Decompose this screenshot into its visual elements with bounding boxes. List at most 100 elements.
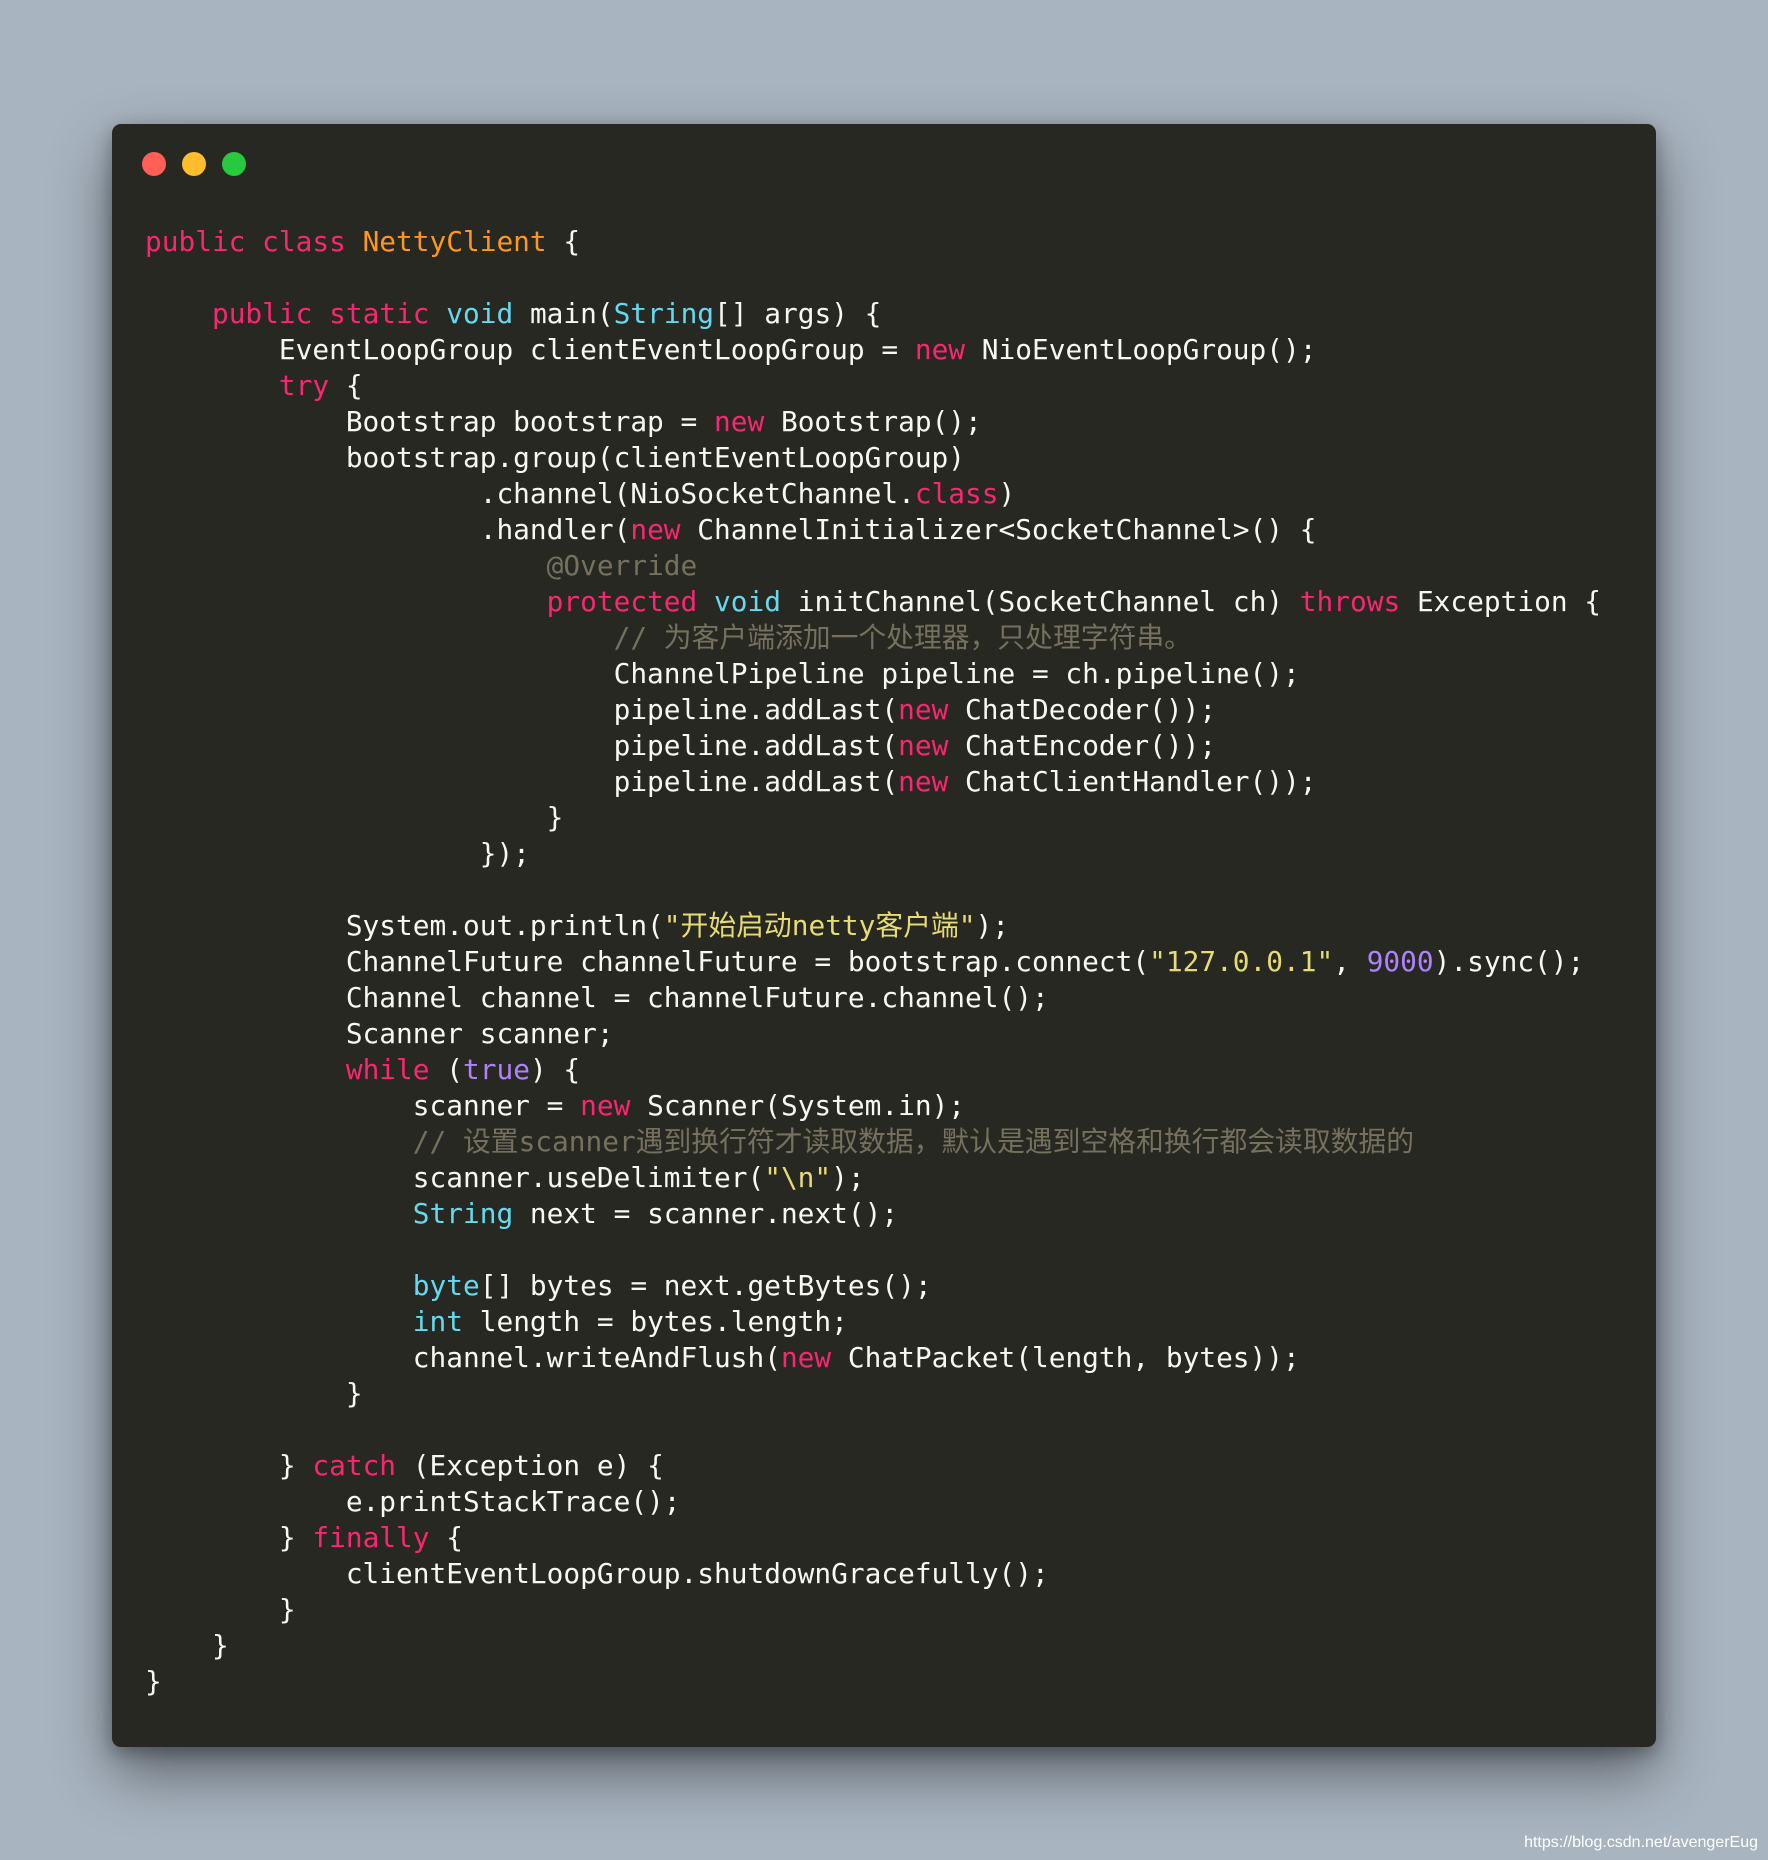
code-line: System.out.println("开始启动netty客户端"); [145, 908, 1601, 944]
code-text: Exception { [1400, 585, 1602, 618]
code-line: protected void initChannel(SocketChannel… [145, 584, 1601, 620]
code-line: pipeline.addLast(new ChatClientHandler()… [145, 764, 1601, 800]
code-text: ChannelPipeline pipeline = ch.pipeline()… [145, 657, 1300, 690]
keyword-token: while [345, 1053, 430, 1086]
code-text: ChannelInitializer<SocketChannel>() { [680, 513, 1317, 546]
code-text: length = bytes.length; [462, 1305, 848, 1338]
keyword-token: throws [1299, 585, 1401, 618]
code-line: bootstrap.group(clientEventLoopGroup) [145, 440, 1601, 476]
code-line: scanner = new Scanner(System.in); [145, 1088, 1601, 1124]
code-line: channel.writeAndFlush(new ChatPacket(len… [145, 1340, 1601, 1376]
watermark: https://blog.csdn.net/avengerEug [1524, 1834, 1758, 1851]
keyword-token: protected [546, 585, 698, 618]
code-line: while (true) { [145, 1052, 1601, 1088]
number-token: true [463, 1053, 530, 1086]
code-line: e.printStackTrace(); [145, 1484, 1601, 1520]
code-text: ); [831, 1161, 865, 1194]
code-text: } [145, 1629, 229, 1662]
code-text: ( [429, 1053, 463, 1086]
code-block: public class NettyClient { public static… [145, 224, 1601, 1700]
code-line: byte[] bytes = next.getBytes(); [145, 1268, 1601, 1304]
comment-token: @Override [546, 549, 698, 582]
comment-token: // 设置scanner遇到换行符才读取数据，默认是遇到空格和换行都会读取数据的 [412, 1125, 1415, 1158]
keyword-token: new [630, 513, 681, 546]
code-text: [] bytes = next.getBytes(); [479, 1269, 932, 1302]
code-text: main( [513, 297, 614, 330]
code-text: Scanner(System.in); [630, 1089, 966, 1122]
code-line: // 为客户端添加一个处理器，只处理字符串。 [145, 620, 1601, 656]
code-line: }); [145, 836, 1601, 872]
keyword-token: new [714, 405, 765, 438]
code-text: }); [145, 837, 530, 870]
code-line: ChannelFuture channelFuture = bootstrap.… [145, 944, 1601, 980]
code-text: Scanner scanner; [145, 1017, 614, 1050]
code-line: .handler(new ChannelInitializer<SocketCh… [145, 512, 1601, 548]
code-text: channel.writeAndFlush( [145, 1341, 781, 1374]
code-line: pipeline.addLast(new ChatEncoder()); [145, 728, 1601, 764]
code-text: ChatClientHandler()); [948, 765, 1317, 798]
string-token: "开始启动netty客户端" [663, 909, 976, 942]
code-text: next = scanner.next(); [513, 1197, 899, 1230]
code-text: [] args) { [714, 297, 882, 330]
keyword-token: new [898, 693, 949, 726]
code-line: pipeline.addLast(new ChatDecoder()); [145, 692, 1601, 728]
maximize-dot-icon[interactable] [222, 152, 246, 176]
code-text: } [145, 1449, 313, 1482]
code-line: try { [145, 368, 1601, 404]
code-text: System.out.println( [145, 909, 664, 942]
type-token: void [714, 585, 781, 618]
code-line: // 设置scanner遇到换行符才读取数据，默认是遇到空格和换行都会读取数据的 [145, 1124, 1601, 1160]
code-text: Bootstrap bootstrap = [145, 405, 714, 438]
code-line: } catch (Exception e) { [145, 1448, 1601, 1484]
type-token: int [412, 1305, 463, 1338]
code-text: ChatEncoder()); [948, 729, 1217, 762]
code-text: } [145, 1521, 313, 1554]
code-line: } [145, 800, 1601, 836]
code-text: initChannel(SocketChannel ch) [780, 585, 1300, 618]
close-dot-icon[interactable] [142, 152, 166, 176]
code-text: pipeline.addLast( [145, 693, 899, 726]
code-line: Scanner scanner; [145, 1016, 1601, 1052]
code-text: scanner.useDelimiter( [145, 1161, 765, 1194]
code-text: NioEventLoopGroup(); [965, 333, 1317, 366]
code-line: } finally { [145, 1520, 1601, 1556]
code-text: EventLoopGroup clientEventLoopGroup = [145, 333, 915, 366]
code-line: scanner.useDelimiter("\n"); [145, 1160, 1601, 1196]
keyword-token: class [914, 477, 999, 510]
code-line: String next = scanner.next(); [145, 1196, 1601, 1232]
code-text: ) [998, 477, 1016, 510]
type-token: void [446, 297, 514, 330]
code-line: } [145, 1376, 1601, 1412]
code-text: (Exception e) { [396, 1449, 664, 1482]
code-line: } [145, 1592, 1601, 1628]
code-text: clientEventLoopGroup.shutdownGracefully(… [145, 1557, 1049, 1590]
keyword-token: public class [145, 225, 363, 258]
code-text: scanner = [145, 1089, 581, 1122]
number-token: 9000 [1366, 945, 1434, 978]
keyword-token: public static [211, 297, 447, 330]
code-text: Channel channel = channelFuture.channel(… [145, 981, 1049, 1014]
code-line: } [145, 1664, 1601, 1700]
code-text: .handler( [145, 513, 631, 546]
code-text: bootstrap.group(clientEventLoopGroup) [145, 441, 966, 474]
string-token: "\n" [764, 1161, 832, 1194]
keyword-token: new [898, 765, 949, 798]
minimize-dot-icon[interactable] [182, 152, 206, 176]
code-text: e.printStackTrace(); [145, 1485, 681, 1518]
code-window: public class NettyClient { public static… [112, 124, 1656, 1747]
code-line: Bootstrap bootstrap = new Bootstrap(); [145, 404, 1601, 440]
code-line: } [145, 1628, 1601, 1664]
code-text: .channel(NioSocketChannel. [145, 477, 915, 510]
